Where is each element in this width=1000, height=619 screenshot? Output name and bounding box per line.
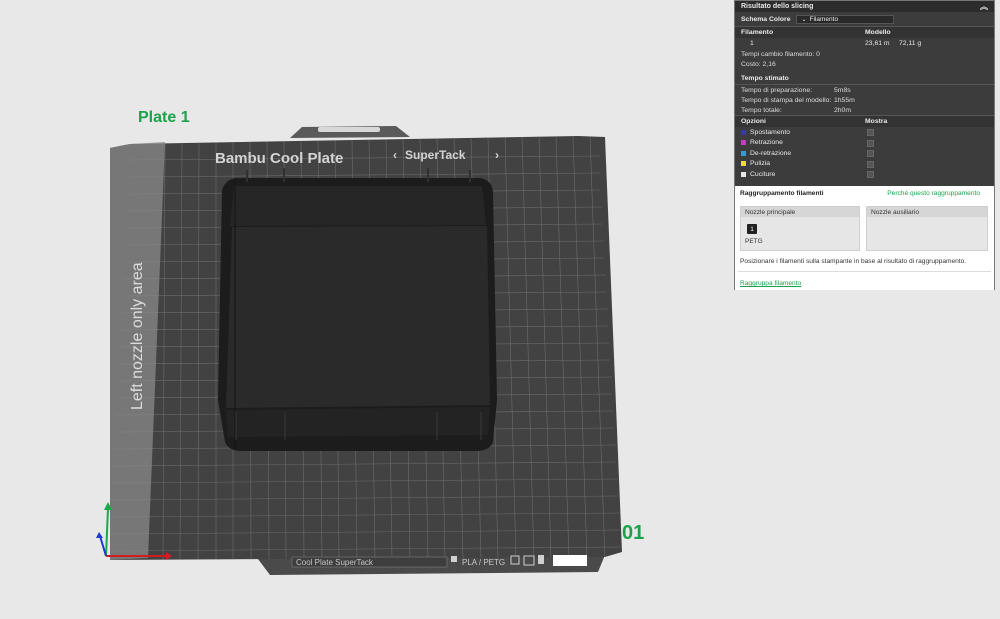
plate-white-tag: [553, 555, 587, 566]
time-label: Tempo di preparazione:: [741, 86, 813, 94]
time-label: Tempo totale:: [741, 106, 782, 114]
time-row: Tempo totale: 2h0m: [735, 105, 994, 115]
plate-name: Cool Plate SuperTack: [296, 558, 374, 567]
option-row: Cuciture: [735, 169, 994, 180]
grouping-description: Posizionare i filamenti sulla stampante …: [740, 258, 967, 265]
table-header: Filamento Modello: [735, 26, 994, 38]
option-swatch: [741, 171, 746, 177]
option-row: Pulizia: [735, 159, 994, 170]
left-nozzle-text: Left nozzle only area: [129, 262, 146, 410]
handle-slot: [318, 127, 380, 132]
panel-title: Risultato dello slicing: [741, 3, 814, 10]
col-filament: Filamento: [741, 29, 774, 36]
bed-title: Bambu Cool Plate: [215, 150, 343, 167]
options-header: Opzioni Mostra: [735, 115, 994, 127]
option-checkbox[interactable]: [867, 150, 874, 157]
option-label: Retrazione: [750, 139, 783, 147]
aux-nozzle-label: Nozzle ausiliario: [867, 207, 987, 217]
option-swatch: [741, 150, 746, 156]
schema-row: Schema Colore ⌄ Filamento: [735, 12, 994, 26]
option-swatch: [741, 161, 746, 167]
option-checkbox[interactable]: [867, 139, 874, 147]
filament-number-badge[interactable]: 1: [747, 224, 757, 234]
time-value: 1h55m: [834, 96, 855, 104]
change-time: Tempi cambio filamento: 0: [741, 50, 820, 58]
bed-subtitle-right: ›: [495, 148, 499, 162]
group-filament-link[interactable]: Raggruppa filamento: [740, 280, 801, 287]
option-label: Cuciture: [750, 170, 776, 178]
filament-name: PETG: [745, 238, 763, 245]
option-row: Retrazione: [735, 138, 994, 149]
plate-label: Plate 1: [138, 109, 190, 126]
schema-label: Schema Colore: [741, 15, 791, 23]
option-checkbox[interactable]: [867, 171, 874, 178]
bed-subtitle: SuperTack: [405, 148, 466, 162]
schema-dropdown[interactable]: ⌄ Filamento: [796, 14, 895, 24]
filament-row: 1 23,61 m 72,11 g: [735, 38, 994, 49]
time-row: Tempo di stampa del modello: 1h55m: [735, 95, 994, 105]
option-label: Pulizia: [750, 160, 771, 168]
slicing-result-panel: Risultato dello slicing ︽ Schema Colore …: [734, 0, 995, 290]
col-model: Modello: [865, 29, 891, 36]
show-title: Mostra: [865, 118, 888, 125]
filament-length: 23,61 m: [865, 40, 890, 47]
option-checkbox[interactable]: [867, 129, 874, 136]
option-row: De-retrazione: [735, 148, 994, 159]
option-swatch: [741, 140, 746, 146]
options-list: Spostamento Retrazione De-retrazione Pul…: [735, 127, 994, 180]
option-checkbox[interactable]: [867, 160, 874, 168]
time-title: Tempo stimato: [741, 74, 789, 82]
plate-icon-d: [538, 555, 544, 564]
option-swatch: [741, 129, 746, 135]
main-nozzle-box: Nozzle principale 1 PETG: [740, 206, 860, 251]
model-object: [218, 168, 497, 451]
grouping-title: Raggruppamento filamenti: [740, 190, 824, 197]
plate-icon-a: [451, 556, 457, 562]
time-row: Tempo di preparazione: 5m8s: [735, 85, 994, 95]
filament-grouping-section: Raggruppamento filamenti Perché questo r…: [735, 186, 994, 290]
time-value: 2h0m: [834, 106, 852, 114]
filament-weight: 72,11 g: [899, 40, 922, 47]
chevron-down-icon: ⌄: [801, 16, 807, 23]
plate-material: PLA / PETG: [462, 558, 505, 567]
filament-id: 1: [750, 40, 754, 47]
time-label: Tempo di stampa del modello:: [741, 96, 832, 104]
main-nozzle-label: Nozzle principale: [741, 207, 859, 217]
cost: Costo: 2,16: [741, 60, 776, 68]
schema-value: Filamento: [809, 15, 839, 23]
option-label: De-retrazione: [750, 149, 792, 157]
time-value: 5m8s: [834, 86, 851, 94]
options-title: Opzioni: [741, 118, 766, 125]
aux-nozzle-box: Nozzle ausiliario: [866, 206, 988, 251]
plate-number: 01: [622, 522, 645, 544]
option-row: Spostamento: [735, 127, 994, 138]
option-label: Spostamento: [750, 128, 791, 136]
why-grouping-link[interactable]: Perché questo raggruppamento: [887, 190, 980, 197]
panel-header: Risultato dello slicing ︽: [735, 1, 994, 12]
bed-subtitle-left: ‹: [393, 148, 397, 162]
collapse-icon[interactable]: ︽: [980, 1, 988, 12]
divider: [738, 271, 991, 272]
